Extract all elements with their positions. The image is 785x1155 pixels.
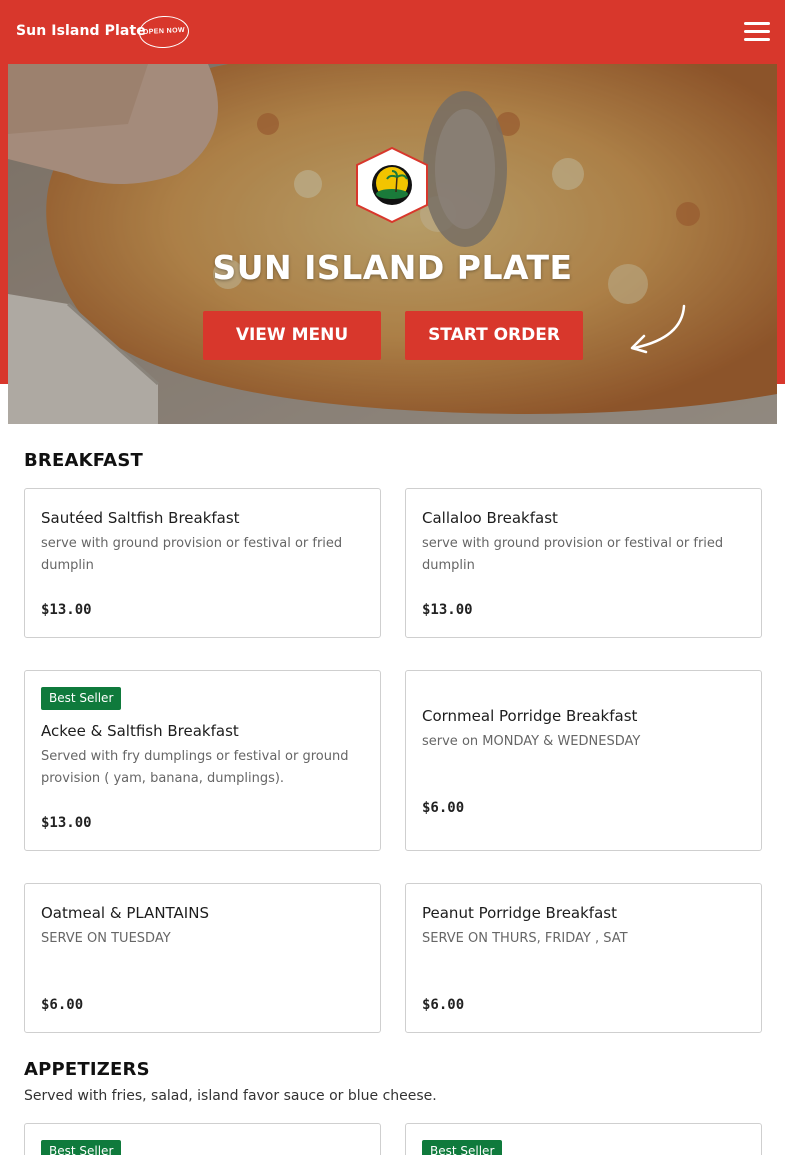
item-name: Oatmeal & PLANTAINS: [41, 904, 209, 922]
best-seller-badge: Best Seller: [41, 1140, 122, 1155]
best-seller-badge: Best Seller: [422, 1140, 503, 1155]
item-name: Ackee & Saltfish Breakfast: [41, 722, 239, 740]
item-name: Cornmeal Porridge Breakfast: [422, 707, 638, 725]
view-menu-button[interactable]: VIEW MENU: [203, 311, 381, 360]
item-description: SERVE ON THURS, FRIDAY , SAT: [422, 931, 628, 946]
item-price: $6.00: [422, 997, 465, 1013]
item-description: SERVE ON TUESDAY: [41, 931, 171, 946]
item-price: $13.00: [41, 602, 92, 618]
restaurant-logo: [356, 146, 428, 224]
hamburger-menu-icon[interactable]: [744, 22, 770, 44]
item-description: serve with ground provision or festival …: [422, 536, 724, 573]
menu-item-card[interactable]: Cornmeal Porridge Breakfast serve on MON…: [405, 670, 762, 851]
item-name: Sautéed Saltfish Breakfast: [41, 509, 240, 527]
item-price: $6.00: [422, 800, 465, 816]
menu-item-card[interactable]: Best Seller: [405, 1123, 762, 1155]
start-order-button[interactable]: START ORDER: [405, 311, 583, 360]
section-title-appetizers: APPETIZERS: [24, 1059, 150, 1080]
menu-item-card[interactable]: Oatmeal & PLANTAINS SERVE ON TUESDAY $6.…: [24, 883, 381, 1033]
best-seller-badge: Best Seller: [41, 687, 122, 710]
top-navbar: Sun Island Plate OPEN NOW: [0, 0, 785, 64]
hero-overlay: [8, 64, 777, 424]
item-price: $6.00: [41, 997, 84, 1013]
hero-banner: SUN ISLAND PLATE VIEW MENU START ORDER: [8, 64, 777, 424]
item-description: Served with fry dumplings or festival or…: [41, 749, 349, 786]
section-description: Served with fries, salad, island favor s…: [24, 1088, 437, 1104]
item-name: Peanut Porridge Breakfast: [422, 904, 617, 922]
item-price: $13.00: [41, 815, 92, 831]
item-description: serve on MONDAY & WEDNESDAY: [422, 734, 641, 749]
menu-item-card[interactable]: Best Seller Ackee & Saltfish Breakfast S…: [24, 670, 381, 851]
brand-name[interactable]: Sun Island Plate: [16, 23, 146, 39]
item-price: $13.00: [422, 602, 473, 618]
menu-item-card[interactable]: Sautéed Saltfish Breakfast serve with gr…: [24, 488, 381, 638]
hero-title: SUN ISLAND PLATE: [212, 248, 573, 287]
curved-arrow-icon: [630, 304, 686, 354]
item-description: serve with ground provision or festival …: [41, 536, 343, 573]
menu-item-card[interactable]: Peanut Porridge Breakfast SERVE ON THURS…: [405, 883, 762, 1033]
menu-item-card[interactable]: Best Seller: [24, 1123, 381, 1155]
open-now-badge: OPEN NOW: [138, 14, 190, 50]
menu-item-card[interactable]: Callaloo Breakfast serve with ground pro…: [405, 488, 762, 638]
item-name: Callaloo Breakfast: [422, 509, 558, 527]
section-title-breakfast: BREAKFAST: [24, 450, 143, 471]
